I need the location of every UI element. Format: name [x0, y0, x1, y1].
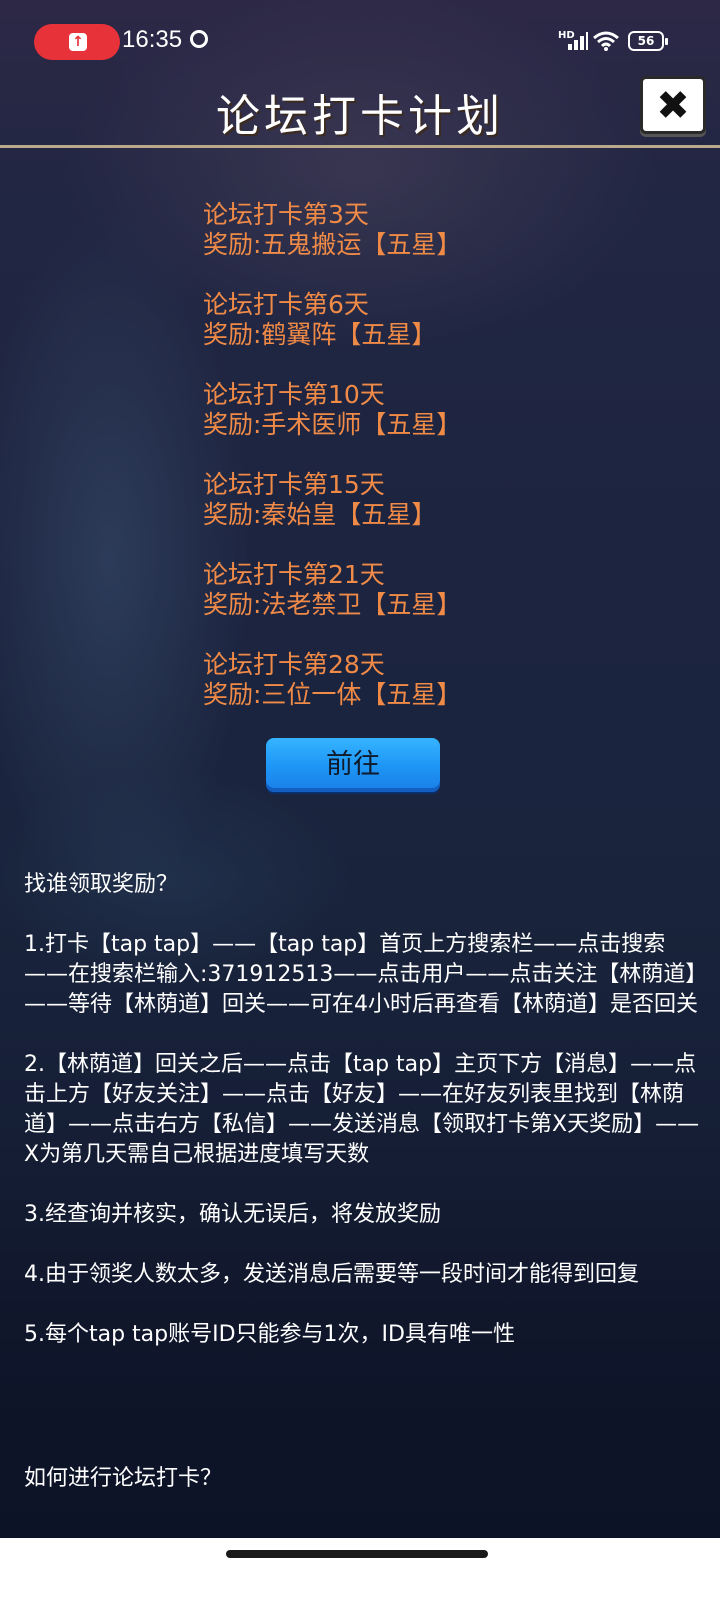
wifi-icon	[592, 30, 620, 52]
instruction-step: 2.【林荫道】回关之后——点击【tap tap】主页下方【消息】——点击上方【好…	[24, 1052, 700, 1167]
reward-day: 论坛打卡第10天	[203, 380, 385, 409]
how-to-checkin-question: 如何进行论坛打卡？	[24, 1466, 223, 1491]
instruction-step: 3.经查询并核实，确认无误后，将发放奖励	[24, 1202, 441, 1227]
reward-item: 论坛打卡第28天 奖励:三位一体【五星】	[203, 650, 461, 710]
reward-name: 奖励:秦始皇【五星】	[203, 500, 437, 529]
reward-name: 奖励:法老禁卫【五星】	[203, 590, 462, 619]
reward-day: 论坛打卡第21天	[203, 560, 385, 589]
alarm-icon	[190, 30, 208, 48]
close-button[interactable]: ✖	[640, 76, 706, 134]
instruction-step: 4.由于领奖人数太多，发送消息后需要等一段时间才能得到回复	[24, 1262, 639, 1287]
status-bar: ↑ 16:35 HD 56	[0, 0, 720, 86]
reward-item: 论坛打卡第15天 奖励:秦始皇【五星】	[203, 470, 461, 530]
reward-item: 论坛打卡第10天 奖励:手术医师【五星】	[203, 380, 461, 440]
reward-item: 论坛打卡第21天 奖励:法老禁卫【五星】	[203, 560, 461, 620]
instruction-step: 1.打卡【tap tap】——【tap tap】首页上方搜索栏——点击搜索——在…	[24, 932, 698, 1017]
reward-day: 论坛打卡第6天	[203, 290, 369, 319]
screen-record-indicator[interactable]: ↑	[34, 24, 120, 60]
status-time: 16:35	[122, 26, 183, 53]
go-button[interactable]: 前往	[266, 738, 440, 792]
reward-day: 论坛打卡第28天	[203, 650, 385, 679]
battery-icon: 56	[628, 31, 668, 51]
instructions-heading: 找谁领取奖励？	[24, 872, 179, 897]
page-title: 论坛打卡计划	[216, 91, 504, 142]
instruction-step: 5.每个tap tap账号ID只能参与1次，ID具有唯一性	[24, 1322, 515, 1347]
reward-name: 奖励:三位一体【五星】	[203, 680, 462, 709]
upload-icon: ↑	[69, 33, 87, 51]
reward-list: 论坛打卡第3天 奖励:五鬼搬运【五星】 论坛打卡第6天 奖励:鹤翼阵【五星】 论…	[203, 200, 461, 740]
instructions: 找谁领取奖励？ 1.打卡【tap tap】——【tap tap】首页上方搜索栏—…	[24, 870, 700, 1350]
reward-item: 论坛打卡第3天 奖励:五鬼搬运【五星】	[203, 200, 461, 260]
home-indicator[interactable]	[226, 1550, 488, 1558]
header-divider	[0, 145, 720, 148]
reward-item: 论坛打卡第6天 奖励:鹤翼阵【五星】	[203, 290, 461, 350]
gesture-nav-bar	[0, 1538, 720, 1600]
reward-day: 论坛打卡第3天	[203, 200, 369, 229]
reward-name: 奖励:手术医师【五星】	[203, 410, 462, 439]
reward-name: 奖励:五鬼搬运【五星】	[203, 230, 462, 259]
reward-name: 奖励:鹤翼阵【五星】	[203, 320, 437, 349]
close-x-icon: ✖	[656, 83, 690, 129]
signal-icon	[566, 32, 588, 50]
reward-day: 论坛打卡第15天	[203, 470, 385, 499]
